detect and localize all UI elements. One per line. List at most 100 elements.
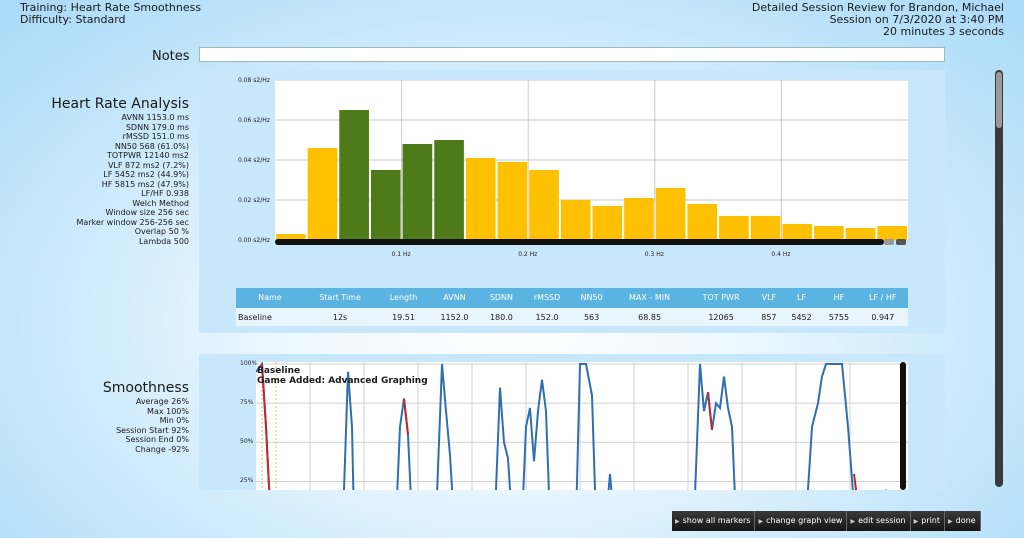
hr-analysis-stat: Window size 256 sec bbox=[105, 208, 189, 217]
spectrum-bar bbox=[497, 162, 528, 240]
spectrum-bar bbox=[845, 228, 876, 240]
column-header: SDNN bbox=[480, 288, 523, 308]
smoothness-title: Smoothness bbox=[102, 380, 189, 396]
smoothness-y-label: 25% bbox=[240, 477, 254, 485]
done-button[interactable]: ▶ done bbox=[945, 511, 981, 531]
spectrum-bar bbox=[560, 200, 591, 240]
column-header: rMSSD bbox=[522, 288, 572, 308]
x-tick-label: 0.4 Hz bbox=[771, 251, 791, 258]
smoothness-stat: Max 100% bbox=[147, 406, 189, 416]
spectrum-bar bbox=[307, 148, 338, 240]
notes-input[interactable] bbox=[199, 47, 945, 62]
smoothness-highlight bbox=[853, 473, 858, 490]
spectrum-bar bbox=[339, 110, 369, 240]
vertical-scrollbar[interactable] bbox=[995, 70, 1003, 487]
smoothness-highlight bbox=[707, 392, 713, 431]
play-icon: ▶ bbox=[850, 518, 856, 525]
scrollbar-thumb[interactable] bbox=[996, 72, 1002, 128]
hr-analysis-stat: SDNN 179.0 ms bbox=[125, 122, 189, 132]
table-cell: 5755 bbox=[820, 308, 858, 326]
y-tick-label: 0.02 s2/Hz bbox=[238, 197, 270, 204]
hr-analysis-stat: NN50 568 (61.0%) bbox=[114, 141, 189, 151]
table-cell: 152.0 bbox=[522, 308, 572, 326]
hr-analysis-stat: VLF 872 ms2 (7.2%) bbox=[107, 160, 189, 170]
hr-analysis-stat: HF 5815 ms2 (47.9%) bbox=[101, 179, 189, 189]
slider-handle bbox=[896, 239, 906, 245]
spectrum-bar bbox=[814, 226, 844, 240]
smoothness-stat: Change -92% bbox=[135, 444, 189, 454]
smoothness-highlight bbox=[403, 398, 409, 435]
play-icon: ▶ bbox=[758, 518, 764, 525]
smoothness-stat: Session End 0% bbox=[125, 435, 189, 444]
table-row[interactable]: Baseline 12s 19.51 1152.0 180.0 152.0 563 68.85… bbox=[236, 308, 908, 326]
training-info: Training: Heart Rate Smoothness Difficul… bbox=[20, 2, 201, 26]
table-cell: 857 bbox=[754, 308, 783, 326]
session-stats-table: Name Start Time Length AVNN SDNN rMSSD NN50 MAX… bbox=[236, 288, 908, 326]
spectrum-bar bbox=[719, 216, 749, 240]
smoothness-y-label: 100% bbox=[240, 360, 258, 367]
spectrum-bar bbox=[370, 170, 401, 240]
hr-analysis-stat: Marker window 256-256 sec bbox=[76, 217, 189, 227]
spectrum-bar bbox=[877, 226, 907, 240]
column-header: NN50 bbox=[571, 288, 612, 308]
show-all-markers-button[interactable]: ▶ show all markers bbox=[672, 511, 756, 531]
spectrum-bar bbox=[687, 204, 718, 240]
smoothness-y-label: 75% bbox=[240, 399, 254, 407]
hr-analysis-title: Heart Rate Analysis bbox=[51, 96, 189, 112]
spectrum-bar bbox=[465, 158, 496, 240]
hr-analysis-stat: AVNN 1153.0 ms bbox=[121, 113, 189, 122]
table-cell: 19.51 bbox=[378, 308, 429, 326]
table-cell: 12065 bbox=[687, 308, 755, 326]
play-icon: ▶ bbox=[675, 518, 680, 525]
slider-handle bbox=[884, 239, 894, 245]
y-tick-label: 0.04 s2/Hz bbox=[238, 157, 270, 164]
spectrum-bar bbox=[750, 216, 781, 240]
table-cell: 12s bbox=[301, 308, 379, 326]
session-info: Detailed Session Review for Brandon, Mic… bbox=[752, 2, 1004, 38]
y-tick-label: 0.00 s2/Hz bbox=[238, 237, 270, 244]
smoothness-stat: Min 0% bbox=[159, 416, 189, 425]
smoothness-y-label: 50% bbox=[240, 438, 254, 446]
spectrum-bar bbox=[592, 206, 623, 240]
annotation-baseline: Baseline bbox=[257, 366, 301, 376]
y-tick-label: 0.06 s2/Hz bbox=[238, 117, 270, 124]
smoothness-summary: Smoothness Average 26% Max 100% Min 0% Sess… bbox=[20, 381, 189, 454]
spectrum-bar bbox=[624, 198, 654, 240]
column-header: Length bbox=[378, 288, 429, 308]
smoothness-stat: Average 26% bbox=[135, 397, 189, 406]
column-header: LF / HF bbox=[857, 288, 908, 308]
print-button[interactable]: ▶ print bbox=[910, 511, 946, 531]
hr-analysis-stat: rMSSD 151.0 ms bbox=[122, 132, 189, 141]
hr-analysis-stat: Welch Method bbox=[132, 198, 189, 208]
spectrum-bar bbox=[529, 170, 559, 240]
hr-analysis-summary: Heart Rate Analysis AVNN 1153.0 ms SDNN 1… bbox=[20, 97, 189, 246]
column-header: TOT PWR bbox=[687, 288, 755, 308]
column-header: Start Time bbox=[301, 288, 379, 308]
column-header: HF bbox=[820, 288, 858, 308]
edit-session-button[interactable]: ▶ edit session bbox=[847, 511, 911, 531]
hr-analysis-stat: Lambda 500 bbox=[138, 236, 189, 246]
action-bar: ▶ show all markers ▶ change graph view ▶ ed… bbox=[672, 511, 981, 531]
change-graph-view-button[interactable]: ▶ change graph view bbox=[755, 511, 848, 531]
hr-analysis-stat: Overlap 50 % bbox=[134, 227, 189, 236]
table-cell: Baseline bbox=[236, 308, 302, 326]
column-header: VLF bbox=[754, 288, 783, 308]
table-cell: 0.947 bbox=[857, 308, 908, 326]
table-cell: 1152.0 bbox=[428, 308, 481, 326]
table-cell: 180.0 bbox=[480, 308, 523, 326]
smoothness-stat: Session Start 92% bbox=[116, 425, 189, 435]
play-icon: ▶ bbox=[948, 518, 953, 525]
hr-analysis-stat: LF 5452 ms2 (44.9%) bbox=[103, 170, 189, 179]
spectrum-bar bbox=[782, 224, 813, 240]
x-tick-label: 0.1 Hz bbox=[391, 251, 411, 258]
table-cell: 563 bbox=[571, 308, 612, 326]
annotation-game-added: Game Added: Advanced Graphing bbox=[257, 376, 428, 386]
frequency-range-slider bbox=[275, 239, 884, 245]
table-cell: 68.85 bbox=[611, 308, 688, 326]
spectrum-chart bbox=[275, 80, 908, 245]
column-header: AVNN bbox=[428, 288, 481, 308]
hr-analysis-stat: LF/HF 0.938 bbox=[141, 189, 189, 198]
training-difficulty: Difficulty: Standard bbox=[20, 13, 126, 26]
spectrum-bar bbox=[402, 144, 433, 240]
spectrum-bar bbox=[434, 140, 464, 240]
